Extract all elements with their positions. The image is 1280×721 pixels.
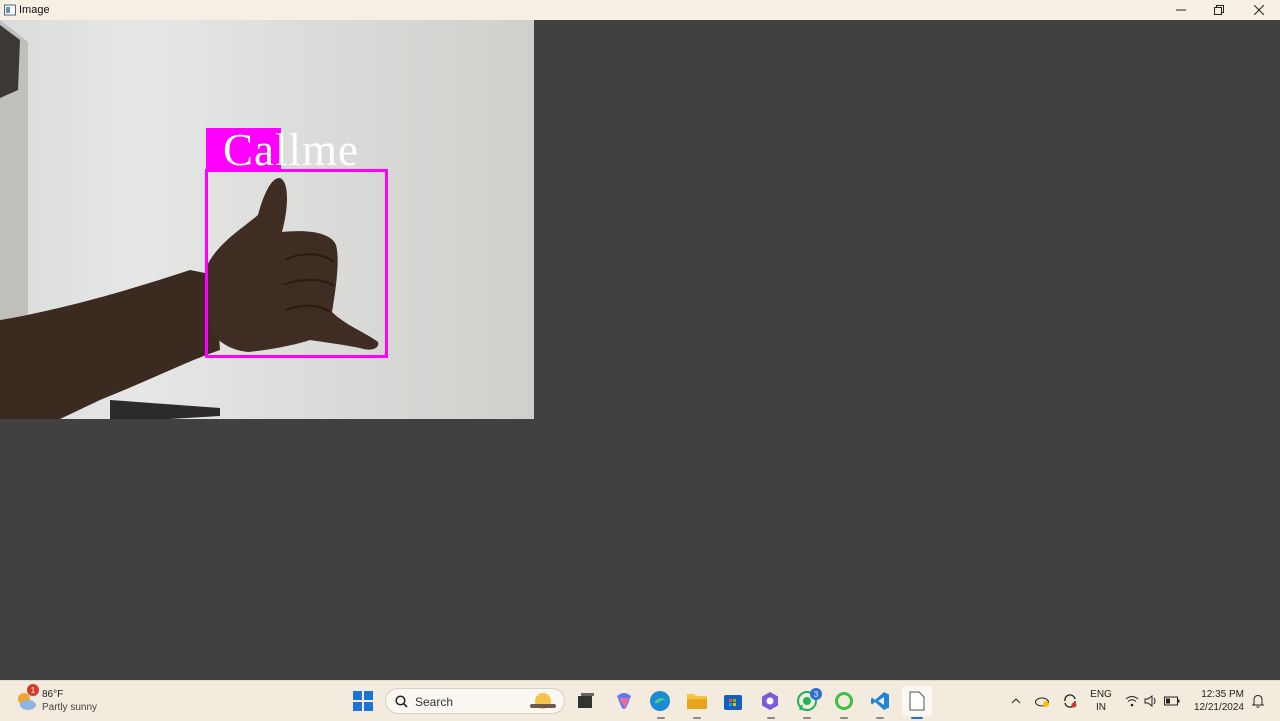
cloud-warning-icon — [1035, 697, 1049, 707]
weather-temp: 86°F — [42, 689, 64, 700]
close-icon — [1254, 5, 1264, 15]
ring-app-icon — [835, 692, 853, 710]
weather-condition: Partly sunny — [42, 702, 98, 713]
notifications-button[interactable] — [1250, 681, 1266, 721]
store-button[interactable] — [718, 686, 748, 716]
edge-browser-icon — [650, 691, 670, 711]
whatsapp-badge: 3 — [810, 688, 822, 700]
window-title: Image — [19, 4, 50, 16]
clock-time: 12:35 PM — [1201, 689, 1244, 700]
active-window-indicator — [911, 717, 923, 719]
windows-start-icon — [353, 691, 373, 711]
sync-app-button[interactable] — [829, 686, 859, 716]
edge-running-indicator — [657, 717, 665, 719]
weather-widget[interactable]: 1 86°F Partly sunny — [14, 684, 98, 717]
search-highlight-icon — [530, 693, 556, 709]
taskbar-search[interactable]: Search — [385, 688, 565, 714]
show-hidden-icons-button[interactable] — [1008, 681, 1024, 721]
battery-icon — [1164, 696, 1180, 706]
file-explorer-button[interactable] — [682, 686, 712, 716]
hexagon-app-icon — [762, 692, 778, 710]
restore-icon — [1214, 5, 1224, 15]
language-code: ENG — [1090, 689, 1112, 700]
bell-icon — [1252, 694, 1264, 708]
sync-tray-button[interactable] — [1060, 681, 1080, 721]
task-view-button[interactable] — [571, 686, 601, 716]
wifi-button[interactable] — [1124, 681, 1140, 721]
folder-icon — [687, 694, 707, 709]
battery-button[interactable] — [1163, 681, 1181, 721]
task-view-icon — [578, 693, 594, 708]
speaker-icon — [1144, 695, 1156, 707]
vscode-button[interactable] — [865, 686, 895, 716]
vscode-running-indicator — [876, 717, 884, 719]
minimize-icon — [1176, 9, 1186, 11]
volume-button[interactable] — [1143, 681, 1159, 721]
copilot-button[interactable] — [609, 686, 639, 716]
whatsapp-running-indicator — [803, 717, 811, 719]
image-app-icon — [4, 4, 16, 16]
close-button[interactable] — [1240, 0, 1278, 20]
chevron-up-icon — [1011, 698, 1021, 704]
taskbar: 1 86°F Partly sunny Search 3 ENG IN 12:3… — [0, 680, 1280, 721]
weather-badge: 1 — [27, 684, 39, 696]
clock[interactable]: 12:35 PM 12/21/2024 — [1186, 688, 1244, 714]
document-icon — [909, 691, 925, 711]
edge-button[interactable] — [645, 686, 675, 716]
wifi-icon — [1125, 696, 1139, 707]
minimize-button[interactable] — [1162, 0, 1200, 20]
start-button[interactable] — [348, 686, 378, 716]
clock-date: 12/21/2024 — [1193, 702, 1244, 713]
search-placeholder: Search — [415, 695, 454, 709]
restore-button[interactable] — [1200, 0, 1238, 20]
search-icon — [395, 695, 408, 708]
detection-box — [205, 169, 388, 358]
copilot-icon — [617, 693, 631, 709]
sync-icon — [1064, 694, 1077, 708]
language-indicator[interactable]: ENG IN — [1088, 688, 1114, 714]
sync-running-indicator — [840, 717, 848, 719]
store-icon — [724, 695, 742, 710]
onedrive-tray-button[interactable] — [1032, 681, 1052, 721]
explorer-running-indicator — [693, 717, 701, 719]
image-window-button[interactable] — [902, 686, 932, 716]
app-button[interactable] — [755, 686, 785, 716]
window-titlebar: Image — [0, 0, 1280, 20]
region-code: IN — [1096, 702, 1106, 713]
app-running-indicator — [767, 717, 775, 719]
vscode-icon — [871, 692, 889, 710]
